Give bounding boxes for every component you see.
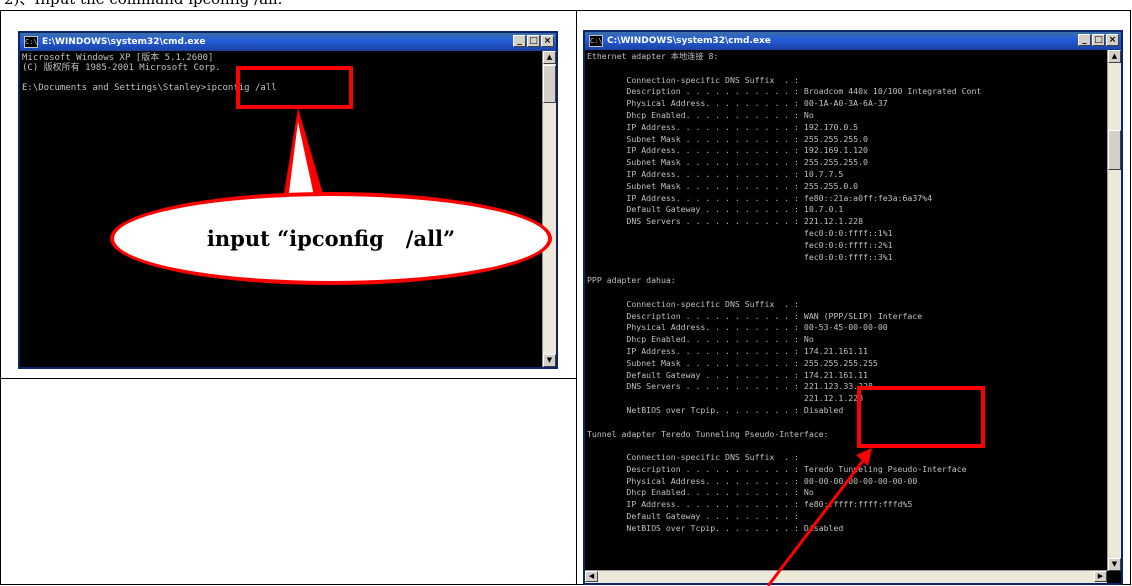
callout-text: input “ipconfig /all” [206,226,456,251]
annotation-arrows [281,108,872,586]
dns-arrow-line [766,453,870,586]
dns-arrow-head [856,448,872,466]
